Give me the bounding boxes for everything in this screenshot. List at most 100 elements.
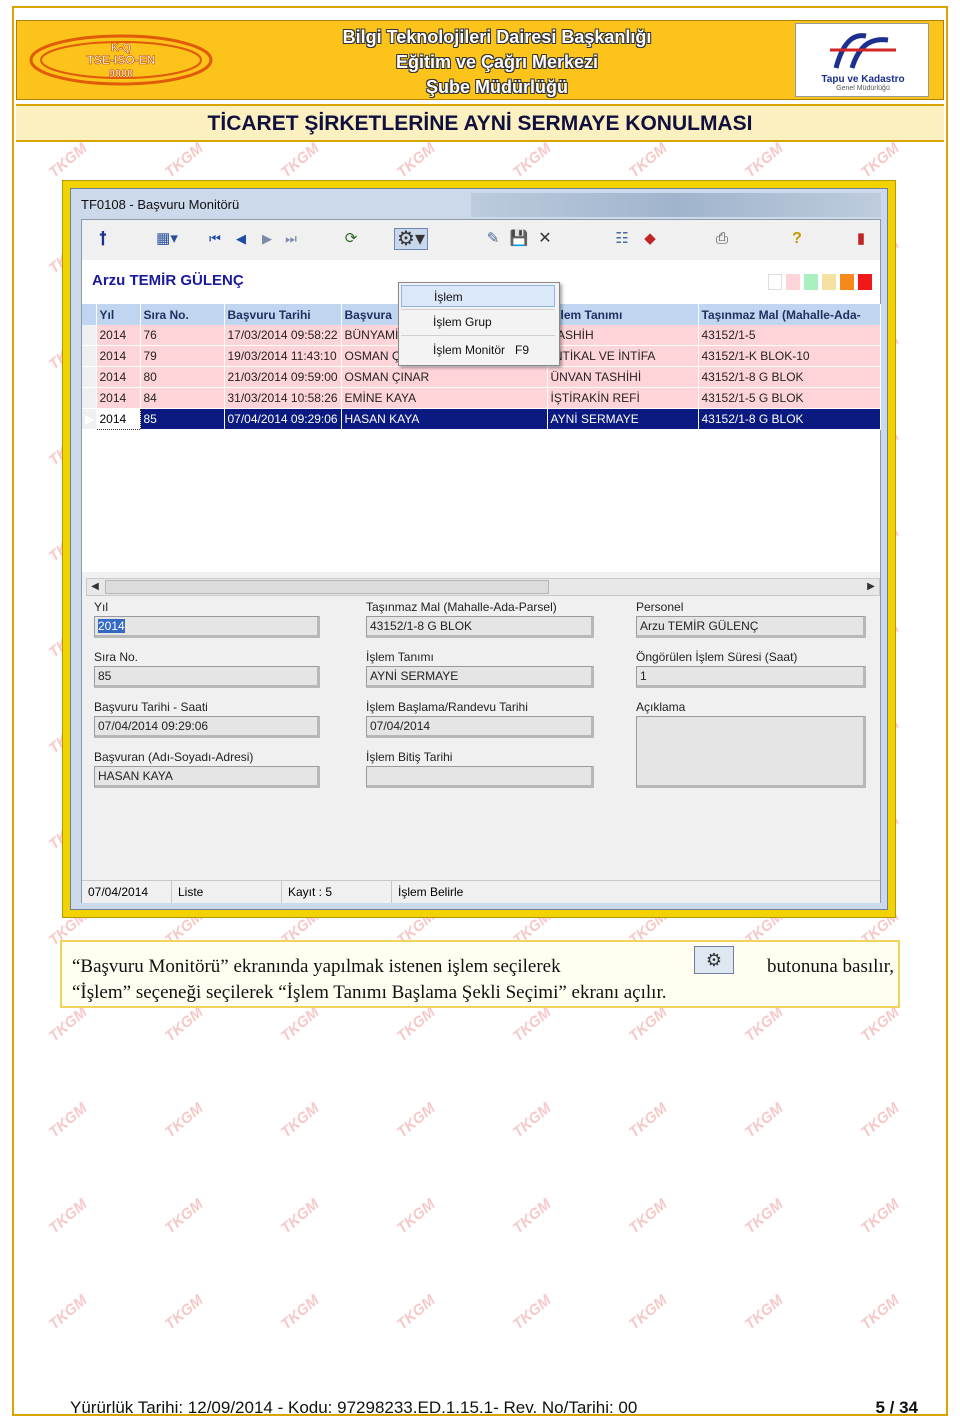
status-record-count: Kayıt : 5 <box>282 881 392 903</box>
cell-sira: 80 <box>140 366 225 388</box>
watermark-text: TKGM <box>509 1195 555 1238</box>
previous-record-icon[interactable]: ◀ <box>232 228 250 250</box>
islem-suresi-field[interactable]: 1 <box>636 666 866 688</box>
tk-logo-text: Tapu ve Kadastro Genel Müdürlüğü <box>800 74 926 92</box>
yil-value: 2014 <box>98 619 125 633</box>
last-record-icon[interactable]: ⏭ <box>282 228 300 250</box>
help-icon[interactable]: ? <box>786 228 808 250</box>
watermark-text: TKGM <box>277 1195 323 1238</box>
islem-gear-button[interactable]: ⚙▾ <box>394 228 428 250</box>
footer-info: Yürürlük Tarihi: 12/09/2014 - Kodu: 9729… <box>70 1398 638 1417</box>
caption-text-part-1: “Başvuru Monitörü” ekranında yapılmak is… <box>72 956 561 977</box>
scroll-right-icon[interactable]: ▶ <box>863 579 879 595</box>
row-indicator <box>82 325 97 346</box>
watermark-text: TKGM <box>277 1099 323 1142</box>
cell-yil: 2014 <box>96 345 141 367</box>
watermark-text: TKGM <box>393 1195 439 1238</box>
cancel-icon[interactable]: ✕ <box>534 228 556 250</box>
watermark-text: TKGM <box>161 1099 207 1142</box>
watermark-text: TKGM <box>45 1099 91 1142</box>
report-edit-icon[interactable]: ☷ <box>610 228 634 250</box>
islem-baslama-field[interactable]: 07/04/2014 <box>366 716 594 738</box>
header-line-2: Eğitim ve Çağrı Merkezi <box>395 52 599 72</box>
menu-item-islem-monitor-label: İşlem Monitör <box>433 343 506 357</box>
cell-basvuran: OSMAN ÇINAR <box>341 366 548 388</box>
personel-label: Personel <box>636 600 684 614</box>
yil-field[interactable]: 2014 <box>94 616 320 638</box>
caption-line-2: “İşlem” seçeneği seçilerek “İşlem Tanımı… <box>72 982 667 1003</box>
color-swatch-1 <box>768 274 782 290</box>
menu-item-islem-monitor[interactable]: İşlem Monitör F9 <box>401 339 555 361</box>
cell-tarih: 19/03/2014 11:43:10 <box>224 345 342 367</box>
caption-text-part-2: butonuna basılır, <box>767 956 894 977</box>
color-swatch-5 <box>840 274 854 290</box>
header-title-block: Bilgi Teknolojileri Dairesi Başkanlığı E… <box>307 25 687 100</box>
next-record-icon[interactable]: ▶ <box>258 228 276 250</box>
edit-record-icon[interactable]: ✎ <box>482 228 504 250</box>
detail-form: Yıl 2014 Sıra No. 85 Başvuru Tarihi - Sa… <box>82 600 880 878</box>
watermark-text: TKGM <box>509 1099 555 1142</box>
refresh-icon[interactable]: ⟳ <box>340 228 362 250</box>
grid-view-dropdown-icon[interactable]: ▦▾ <box>152 228 182 250</box>
aciklama-textarea[interactable] <box>636 716 866 788</box>
table-row[interactable]: 2014 84 31/03/2014 10:58:26 EMİNE KAYA İ… <box>82 387 881 409</box>
table-row[interactable]: 2014 80 21/03/2014 09:59:00 OSMAN ÇINAR … <box>82 366 881 388</box>
tk-app-icon[interactable]: ꝉ <box>90 228 116 250</box>
watermark-text: TKGM <box>161 139 207 182</box>
row-indicator <box>82 345 97 367</box>
page-number: 5 / 34 <box>875 1398 918 1417</box>
column-header-tasinmaz-mal[interactable]: Taşınmaz Mal (Mahalle-Ada- <box>698 304 881 325</box>
watermark-text: TKGM <box>857 1099 903 1142</box>
column-header-sira-no[interactable]: Sıra No. <box>140 304 225 325</box>
column-header-basvuru-tarihi[interactable]: Başvuru Tarihi <box>224 304 342 325</box>
scrollbar-thumb[interactable] <box>105 580 549 594</box>
cell-tasinmaz: 43152/1-5 G BLOK <box>698 387 881 409</box>
watermark-text: TKGM <box>857 139 903 182</box>
basvuran-field[interactable]: HASAN KAYA <box>94 766 320 788</box>
status-bar: 07/04/2014 Liste Kayıt : 5 İşlem Belirle <box>82 880 880 903</box>
row-indicator <box>82 387 97 409</box>
watermark-text: TKGM <box>45 1195 91 1238</box>
row-indicator <box>82 366 97 388</box>
sira-no-field[interactable]: 85 <box>94 666 320 688</box>
save-icon[interactable]: 💾 <box>508 228 530 250</box>
grid-horizontal-scrollbar[interactable]: ◀ ▶ <box>86 578 880 596</box>
logo-line-3: 9000 <box>109 68 133 80</box>
cell-tasinmaz: 43152/1-8 G BLOK <box>698 408 881 430</box>
exit-icon[interactable]: ▮ <box>852 228 870 250</box>
cell-yil: 2014 <box>96 366 141 388</box>
eraser-icon[interactable]: ◆ <box>638 228 662 250</box>
watermark-text: TKGM <box>625 1291 671 1334</box>
cell-islem: AYNİ SERMAYE <box>547 408 699 430</box>
personel-field[interactable]: Arzu TEMİR GÜLENÇ <box>636 616 866 638</box>
basvuran-label: Başvuran (Adı-Soyadı-Adresi) <box>94 750 254 764</box>
cell-islem: İNTİKAL VE İNTİFA <box>547 345 699 367</box>
islem-context-menu: İşlem İşlem Grup İşlem Monitör F9 <box>398 282 560 366</box>
watermark-text: TKGM <box>741 1195 787 1238</box>
islem-tanimi-field[interactable]: AYNİ SERMAYE <box>366 666 594 688</box>
cell-yil[interactable]: 2014 <box>95 408 141 430</box>
tasinmaz-field[interactable]: 43152/1-8 G BLOK <box>366 616 594 638</box>
cell-tarih: 21/03/2014 09:59:00 <box>224 366 342 388</box>
cell-islem: İŞTİRAKİN REFİ <box>547 387 699 409</box>
cell-islem: ÜNVAN TASHİHİ <box>547 366 699 388</box>
window-client-area: ꝉ ▦▾ ⏮ ◀ ▶ ⏭ ⟳ ⚙▾ ✎ 💾 ✕ ☷ ◆ ⎙ ? ▮ Arzu T… <box>81 219 881 903</box>
menu-item-islem-grup[interactable]: İşlem Grup <box>401 311 555 333</box>
islem-bitis-field[interactable] <box>366 766 594 788</box>
column-header-islem-tanimi[interactable]: İşlem Tanımı <box>547 304 699 325</box>
islem-tanimi-label: İşlem Tanımı <box>366 650 434 664</box>
print-icon[interactable]: ⎙ <box>710 228 734 250</box>
basvuru-tarihi-field[interactable]: 07/04/2014 09:29:06 <box>94 716 320 738</box>
current-user-name: Arzu TEMİR GÜLENÇ <box>92 272 244 289</box>
menu-item-islem[interactable]: İşlem <box>401 285 555 307</box>
column-header-yil[interactable]: Yıl <box>96 304 141 325</box>
cell-sira: 84 <box>140 387 225 409</box>
table-row-selected[interactable]: ▶ 2014 85 07/04/2014 09:29:06 HASAN KAYA… <box>82 408 881 430</box>
watermark-text: TKGM <box>741 139 787 182</box>
cell-yil: 2014 <box>96 325 141 346</box>
first-record-icon[interactable]: ⏮ <box>206 228 224 250</box>
cell-sira: 85 <box>140 408 225 430</box>
tasinmaz-label: Taşınmaz Mal (Mahalle-Ada-Parsel) <box>366 600 557 614</box>
scroll-left-icon[interactable]: ◀ <box>87 579 103 595</box>
watermark-text: TKGM <box>509 1291 555 1334</box>
